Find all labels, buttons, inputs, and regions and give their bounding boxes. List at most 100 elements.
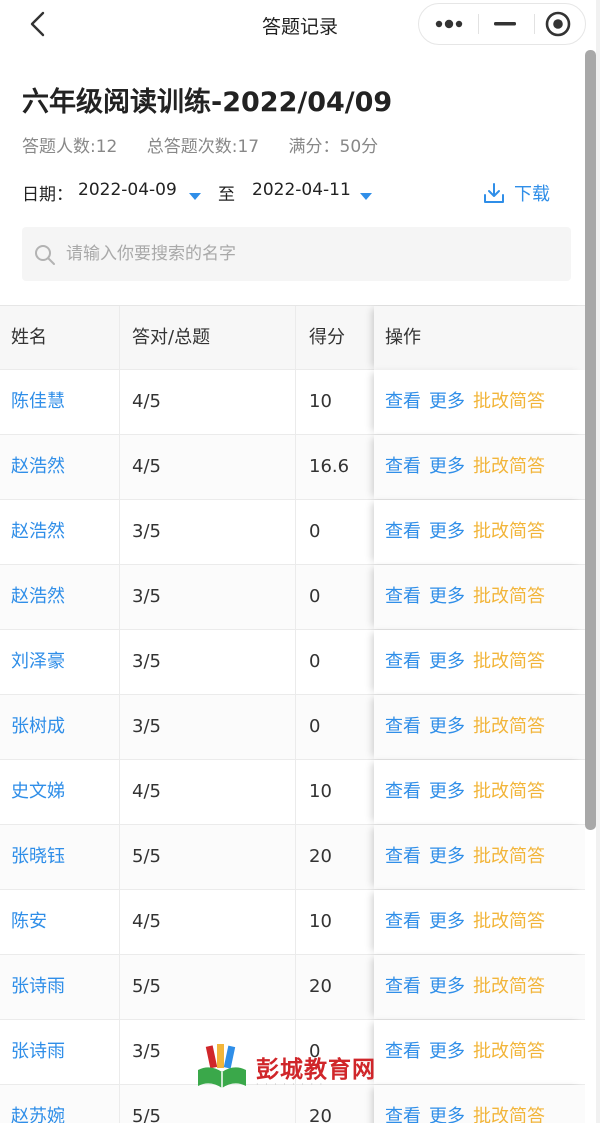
view-button[interactable]: 查看 [385,586,421,607]
student-name-link[interactable]: 赵浩然 [11,521,65,542]
student-name-link[interactable]: 陈安 [11,911,47,932]
name-cell: 史文娣 [0,760,120,824]
name-cell: 赵苏婉 [0,1085,120,1123]
view-button[interactable]: 查看 [385,846,421,867]
score-cell: 20 [309,976,332,997]
search-input[interactable] [66,227,556,281]
actions-cell: 查看 更多 批改简答 [374,435,585,499]
view-button[interactable]: 查看 [385,456,421,477]
view-button[interactable]: 查看 [385,976,421,997]
name-cell: 赵浩然 [0,435,120,499]
search-bar [22,227,571,281]
minimize-icon[interactable] [479,4,531,44]
page-edge [596,0,600,1123]
exam-stats: 答题人数:12 总答题次数:17 满分：50分 [22,132,402,157]
student-name-link[interactable]: 刘泽豪 [11,651,65,672]
student-name-link[interactable]: 张诗雨 [11,1041,65,1062]
student-name-link[interactable]: 史文娣 [11,781,65,802]
grade-short-answer-button[interactable]: 批改简答 [473,1041,545,1062]
student-name-link[interactable]: 陈佳慧 [11,391,65,412]
more-button[interactable]: 更多 [429,1041,465,1062]
header-score: 得分 [309,327,345,348]
watermark-url-decoration: · · · · · · · · [256,1080,325,1089]
grade-short-answer-button[interactable]: 批改简答 [473,846,545,867]
table-row: 赵浩然 3/5 0 查看 更多 批改简答 [0,565,585,630]
more-button[interactable]: 更多 [429,586,465,607]
score-cell: 20 [309,846,332,867]
ratio-cell: 3/5 [120,695,296,759]
download-icon [484,183,504,203]
download-label: 下载 [514,184,550,205]
more-button[interactable]: 更多 [429,521,465,542]
view-button[interactable]: 查看 [385,1106,421,1123]
attempts-count: 总答题次数:17 [146,137,260,157]
grade-short-answer-button[interactable]: 批改简答 [473,781,545,802]
more-button[interactable]: 更多 [429,976,465,997]
ratio-cell: 5/5 [120,825,296,889]
header-actions: 操作 [374,306,585,370]
score-cell: 0 [309,716,321,737]
ratio-cell: 4/5 [120,370,296,434]
more-button[interactable]: 更多 [429,846,465,867]
grade-short-answer-button[interactable]: 批改简答 [473,391,545,412]
more-button[interactable]: 更多 [429,651,465,672]
more-button[interactable]: 更多 [429,781,465,802]
grade-short-answer-button[interactable]: 批改简答 [473,651,545,672]
score-cell: 10 [309,781,332,802]
name-cell: 陈佳慧 [0,370,120,434]
end-date-picker[interactable]: 2022-04-11 [252,180,351,200]
more-button[interactable]: 更多 [429,911,465,932]
name-cell: 张诗雨 [0,955,120,1019]
student-name-link[interactable]: 赵浩然 [11,456,65,477]
grade-short-answer-button[interactable]: 批改简答 [473,976,545,997]
more-button[interactable]: 更多 [429,456,465,477]
table-row: 刘泽豪 3/5 0 查看 更多 批改简答 [0,630,585,695]
grade-short-answer-button[interactable]: 批改简答 [473,911,545,932]
grade-short-answer-button[interactable]: 批改简答 [473,586,545,607]
grade-short-answer-button[interactable]: 批改简答 [473,716,545,737]
table-header-row: 姓名 答对/总题 得分 操作 [0,305,585,370]
more-button[interactable]: 更多 [429,1106,465,1123]
ratio-cell: 4/5 [120,890,296,954]
date-label: 日期： [22,185,73,205]
close-target-icon[interactable] [532,4,584,44]
more-button[interactable]: 更多 [429,716,465,737]
view-button[interactable]: 查看 [385,781,421,802]
caret-down-icon[interactable] [359,186,373,206]
download-button[interactable]: 下载 [482,180,578,206]
actions-cell: 查看 更多 批改简答 [374,500,585,564]
header-ratio: 答对/总题 [120,306,296,370]
view-button[interactable]: 查看 [385,651,421,672]
student-name-link[interactable]: 张树成 [11,716,65,737]
student-name-link[interactable]: 赵苏婉 [11,1106,65,1123]
caret-down-icon[interactable] [188,186,202,206]
table-row: 赵浩然 3/5 0 查看 更多 批改简答 [0,500,585,565]
scrollbar[interactable] [585,50,596,830]
ratio-cell: 3/5 [120,500,296,564]
book-logo-icon [198,1044,246,1088]
name-cell: 刘泽豪 [0,630,120,694]
table-row: 赵浩然 4/5 16.6 查看 更多 批改简答 [0,435,585,500]
view-button[interactable]: 查看 [385,521,421,542]
actions-cell: 查看 更多 批改简答 [374,695,585,759]
grade-short-answer-button[interactable]: 批改简答 [473,1106,545,1123]
participants-count: 答题人数:12 [22,137,118,157]
view-button[interactable]: 查看 [385,911,421,932]
watermark-text: 彭城教育网 [256,1057,376,1083]
actions-cell: 查看 更多 批改简答 [374,825,585,889]
records-table: 姓名 答对/总题 得分 操作 陈佳慧 4/5 10 查看 更多 批改简答 赵浩然 4/5 16.… [0,305,585,1123]
view-button[interactable]: 查看 [385,391,421,412]
student-name-link[interactable]: 赵浩然 [11,586,65,607]
start-date-picker[interactable]: 2022-04-09 [78,180,177,200]
score-cell: 0 [309,586,321,607]
view-button[interactable]: 查看 [385,716,421,737]
student-name-link[interactable]: 张诗雨 [11,976,65,997]
to-label: 至 [218,185,235,205]
grade-short-answer-button[interactable]: 批改简答 [473,456,545,477]
more-dots-icon[interactable] [423,4,475,44]
ratio-cell: 5/5 [120,955,296,1019]
grade-short-answer-button[interactable]: 批改简答 [473,521,545,542]
more-button[interactable]: 更多 [429,391,465,412]
ratio-cell: 3/5 [120,565,296,629]
student-name-link[interactable]: 张晓钰 [11,846,65,867]
